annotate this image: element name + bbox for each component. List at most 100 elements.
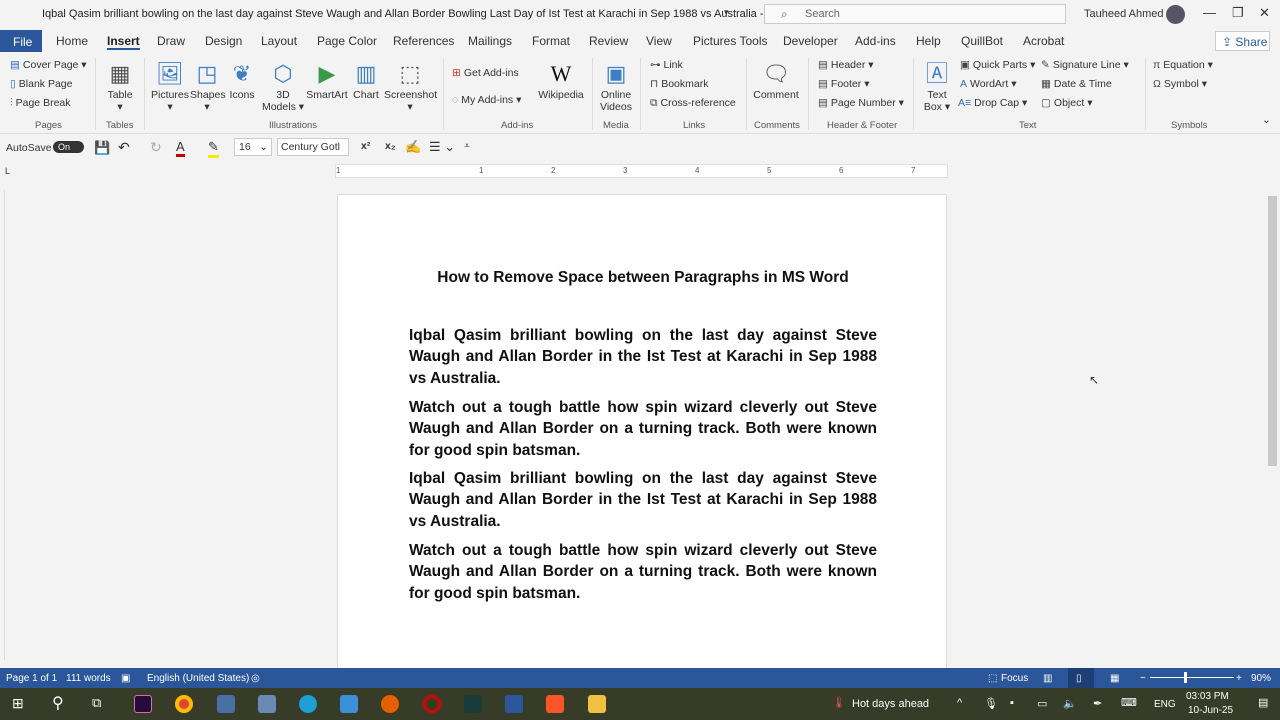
focus-icon[interactable]: ⬚ [988,673,997,684]
paragraph[interactable]: Watch out a tough battle how spin wizard… [409,540,877,604]
tab-acrobat[interactable]: Acrobat [1023,34,1064,48]
app-icon[interactable] [217,695,235,713]
input-language[interactable]: ENG [1154,699,1176,710]
document-page[interactable]: How to Remove Space between Paragraphs i… [337,194,947,674]
minimize-icon[interactable]: — [1203,5,1216,20]
highlight-icon[interactable]: ✎ [208,139,219,158]
windows-start-icon[interactable]: ⊞ [12,695,24,712]
edge-icon[interactable] [299,695,317,713]
tab-draw[interactable]: Draw [157,34,185,48]
wikipedia-button[interactable]: W Wikipedia [538,59,584,101]
font-name-select[interactable]: Century Gotl [277,138,349,156]
tab-page-color[interactable]: Page Color [317,34,377,48]
cover-page-button[interactable]: ▤ Cover Page ▾ [10,59,87,71]
word-icon[interactable] [505,695,523,713]
edit-icon[interactable]: ✍ [405,139,421,155]
search-input[interactable]: ⌕ Search [764,4,1066,24]
chrome-icon[interactable] [175,695,193,713]
web-layout-icon[interactable]: ▦ [1110,673,1119,684]
date-time-button[interactable]: ▦ Date & Time [1041,78,1112,90]
tab-insert[interactable]: Insert [107,34,140,50]
restore-icon[interactable]: ❐ [1232,5,1244,21]
chart-button[interactable]: ▥ Chart [350,59,382,101]
network-icon[interactable]: ▭ [1037,697,1047,710]
footer-button[interactable]: ▤ Footer ▾ [818,78,869,90]
tab-mailings[interactable]: Mailings [468,34,512,48]
header-button[interactable]: ▤ Header ▾ [818,59,874,71]
font-size-select[interactable]: 16 ⌄ [234,138,272,156]
signature-line-button[interactable]: ✎ Signature Line ▾ [1041,59,1129,71]
tab-selector[interactable]: L [5,166,10,176]
paragraph[interactable]: Watch out a tough battle how spin wizard… [409,397,877,461]
zoom-in-icon[interactable]: + [1236,673,1242,684]
language[interactable]: English (United States) [147,673,249,684]
tab-review[interactable]: Review [589,34,628,48]
clock-time[interactable]: 03:03 PM [1186,691,1229,702]
tab-references[interactable]: References [393,34,454,48]
pictures-button[interactable]: 🖼 Pictures ▾ [151,59,189,113]
app-icon[interactable] [258,695,276,713]
3d-models-button[interactable]: ⬡ 3D Models ▾ [260,59,306,113]
shapes-button[interactable]: ◳ Shapes ▾ [190,59,226,113]
notifications-icon[interactable]: ▤ [1258,696,1268,709]
tab-developer[interactable]: Developer [783,34,838,48]
tab-home[interactable]: Home [56,34,88,48]
subscript-icon[interactable]: x₂ [385,140,396,152]
tab-view[interactable]: View [646,34,672,48]
avatar[interactable] [1166,5,1185,24]
tab-pictures-tools[interactable]: Pictures Tools [693,34,767,48]
my-add-ins-button[interactable]: ◌ My Add-ins ▾ [452,94,521,106]
online-videos-button[interactable]: ▣ Online Videos [597,59,635,113]
tab-help[interactable]: Help [916,34,941,48]
volume-icon[interactable]: 🔈 [1063,697,1077,710]
autosave-toggle[interactable]: On [53,141,85,153]
zoom-slider-thumb[interactable] [1184,672,1187,683]
task-view-icon[interactable]: ⧉ [92,695,101,711]
tray-chevron-icon[interactable]: ^ [957,697,962,709]
tab-layout[interactable]: Layout [261,34,297,48]
accessibility-icon[interactable]: ◎ [251,673,260,684]
zoom-level[interactable]: 90% [1251,673,1271,684]
text-box-button[interactable]: 🄰 Text Box ▾ [920,59,954,113]
proofing-icon[interactable]: ▣ [121,673,130,684]
wordart-button[interactable]: A WordArt ▾ [960,78,1017,90]
link-button[interactable]: ⊶ Link [650,59,683,71]
weather-text[interactable]: Hot days ahead [852,698,929,710]
photos-icon[interactable] [340,695,358,713]
scrollbar-thumb[interactable] [1268,196,1277,466]
save-icon[interactable]: 💾 [94,140,110,156]
focus-button[interactable]: Focus [1001,673,1028,684]
user-name[interactable]: Tauheed Ahmed [1084,8,1164,20]
read-mode-icon[interactable]: ▥ [1043,673,1052,684]
tab-quillbot[interactable]: QuillBot [961,34,1003,48]
zoom-slider[interactable] [1150,677,1234,678]
clock-date[interactable]: 10-Jun-25 [1188,705,1233,716]
object-button[interactable]: ▢ Object ▾ [1041,97,1092,109]
share-button[interactable]: ⇪ Share [1215,31,1270,51]
word-count[interactable]: 111 words [66,673,111,684]
firefox-icon[interactable] [381,695,399,713]
keyboard-icon[interactable]: ⌨ [1121,696,1137,709]
print-layout-icon[interactable]: ▯ [1068,668,1094,688]
horizontal-ruler[interactable]: 1 1 2 3 4 5 6 7 [335,164,948,178]
smartart-button[interactable]: ▶ SmartArt [306,59,348,101]
blank-page-button[interactable]: ▯ Blank Page [10,78,73,90]
opera-icon[interactable] [423,695,441,713]
tray-icon[interactable]: ▪ [1010,697,1014,709]
pen-icon[interactable]: ✒ [1093,697,1102,710]
equation-button[interactable]: π Equation ▾ [1153,59,1213,71]
tab-format[interactable]: Format [532,34,570,48]
drop-cap-button[interactable]: A≡ Drop Cap ▾ [958,97,1027,109]
microphone-icon[interactable]: 🎙 [984,697,998,710]
table-button[interactable]: ▦ Table ▾ [103,59,137,113]
cross-reference-button[interactable]: ⧉ Cross-reference [650,97,736,110]
paragraph[interactable]: Iqbal Qasim brilliant bowling on the las… [409,325,877,389]
bookmark-button[interactable]: ⊓ Bookmark [650,78,708,90]
font-color-icon[interactable]: A [176,139,185,157]
paragraph[interactable]: Iqbal Qasim brilliant bowling on the las… [409,468,877,532]
search-icon[interactable]: ⚲ [52,693,64,713]
title-dropdown-icon[interactable]: ▾ [724,7,729,18]
bullets-icon[interactable]: ☰ ⌄ [429,139,455,155]
premiere-icon[interactable] [134,695,152,713]
page-count[interactable]: Page 1 of 1 [6,673,57,684]
